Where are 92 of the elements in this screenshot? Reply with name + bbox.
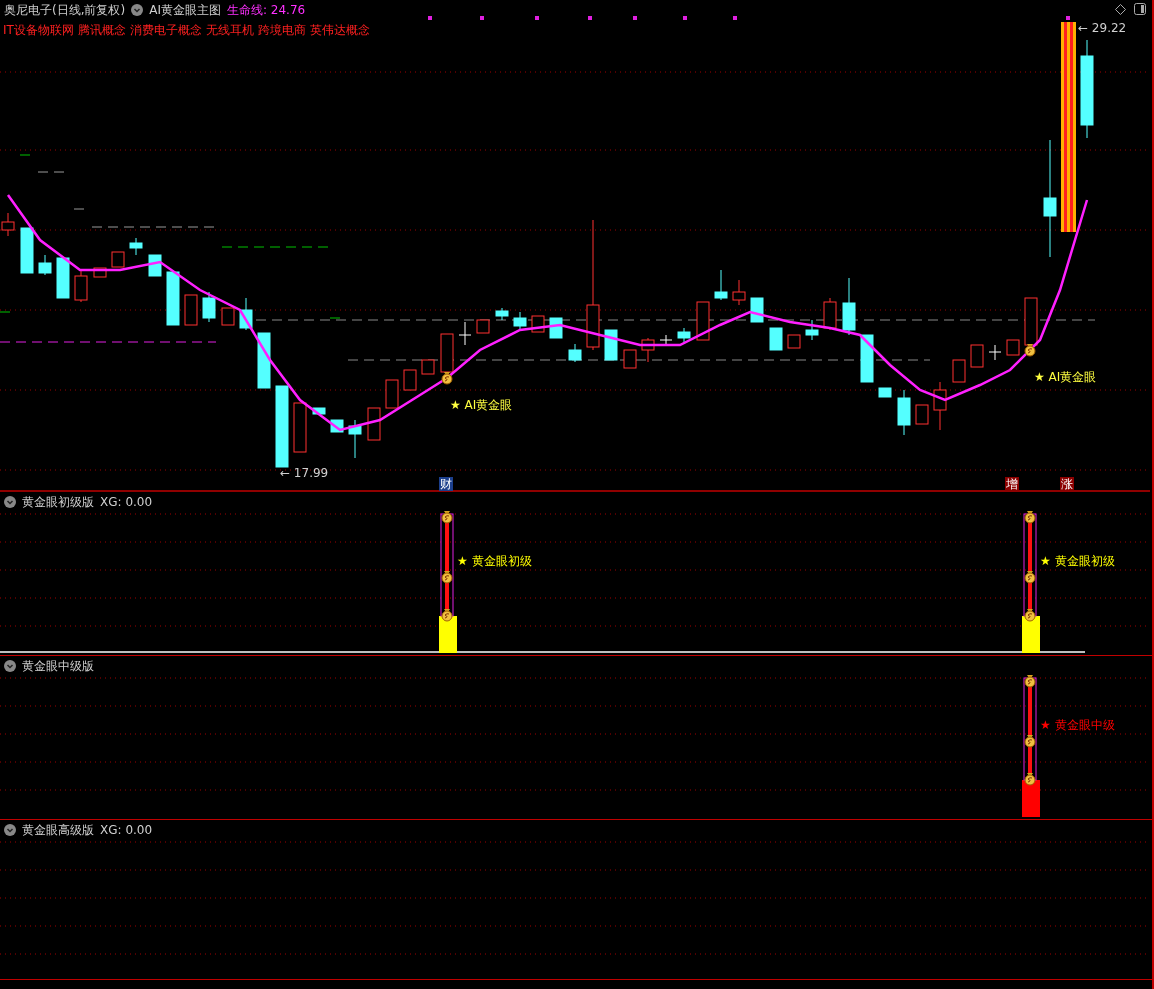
candlestick bbox=[221, 307, 235, 326]
high-price-label: ← 29.22 bbox=[1078, 20, 1127, 37]
candlestick bbox=[1006, 339, 1020, 356]
concept-tag: 英伟达概念 bbox=[309, 21, 370, 39]
candlestick bbox=[166, 271, 180, 326]
panel-reading: XG: 0.00 bbox=[100, 822, 153, 839]
money-bag-icon bbox=[441, 571, 453, 584]
candlestick bbox=[129, 237, 143, 256]
money-bag-icon bbox=[441, 511, 453, 524]
candlestick bbox=[385, 379, 399, 409]
candlestick bbox=[659, 334, 673, 346]
event-marker: 涨 bbox=[1060, 477, 1074, 491]
candlestick bbox=[495, 307, 509, 321]
signal-label: ★ 黄金眼中级 bbox=[1040, 717, 1115, 734]
concept-tag: IT设备物联网 bbox=[3, 21, 74, 39]
diamond-icon[interactable] bbox=[1115, 3, 1126, 15]
panel-title: 黄金眼高级版 bbox=[22, 822, 94, 839]
candlestick bbox=[257, 332, 271, 389]
signal-label: ★ 黄金眼初级 bbox=[1040, 553, 1115, 570]
candlestick bbox=[20, 227, 34, 274]
candlestick bbox=[604, 329, 618, 361]
money-bag-icon bbox=[441, 609, 453, 622]
candlestick bbox=[878, 387, 892, 398]
signal-label: ★ AI黄金眼 bbox=[1034, 369, 1097, 386]
lifeline-value: 生命线: 24.76 bbox=[226, 2, 306, 19]
candlestick bbox=[440, 333, 454, 373]
candlestick bbox=[915, 404, 929, 425]
money-bag-icon bbox=[1024, 773, 1036, 786]
candlestick bbox=[769, 327, 783, 351]
dropdown-icon[interactable] bbox=[4, 496, 16, 508]
candlestick bbox=[202, 291, 216, 323]
candlestick bbox=[952, 359, 966, 383]
candlestick bbox=[787, 334, 801, 349]
candlestick bbox=[184, 294, 198, 326]
candlestick bbox=[714, 269, 728, 301]
dropdown-icon[interactable] bbox=[4, 660, 16, 672]
money-bag-icon bbox=[1024, 511, 1036, 524]
candlestick bbox=[56, 257, 70, 299]
candlestick bbox=[1024, 297, 1038, 346]
candlestick bbox=[513, 311, 527, 331]
candlestick bbox=[860, 334, 874, 383]
concept-tag: 腾讯概念 bbox=[77, 21, 126, 39]
candlestick bbox=[623, 349, 637, 369]
candlestick bbox=[677, 327, 691, 343]
money-bag-icon bbox=[1024, 735, 1036, 748]
candlestick bbox=[805, 319, 819, 341]
indicator-title: AI黄金眼主图 bbox=[149, 2, 221, 19]
dropdown-icon[interactable] bbox=[4, 824, 16, 836]
candlestick bbox=[732, 279, 746, 306]
candlestick bbox=[988, 344, 1002, 361]
concept-tag: 消费电子概念 bbox=[129, 21, 202, 39]
candlestick bbox=[312, 407, 326, 415]
event-marker: 财 bbox=[439, 477, 453, 491]
candlestick bbox=[897, 389, 911, 436]
concept-tag: 无线耳机 bbox=[205, 21, 254, 39]
candlestick bbox=[750, 297, 764, 323]
signal-label: ★ AI黄金眼 bbox=[450, 397, 513, 414]
candlestick bbox=[696, 301, 710, 341]
concept-tag: 跨境电商 bbox=[257, 21, 306, 39]
candlestick bbox=[823, 297, 837, 331]
panel-toggle-icon[interactable] bbox=[1134, 3, 1146, 15]
candlestick bbox=[842, 277, 856, 336]
signal-label: ★ 黄金眼初级 bbox=[457, 553, 532, 570]
panel-title: 黄金眼初级版 bbox=[22, 494, 94, 511]
candlestick bbox=[458, 321, 472, 346]
dropdown-icon[interactable] bbox=[131, 4, 144, 16]
money-bag-icon bbox=[1024, 675, 1036, 688]
candlestick bbox=[111, 251, 125, 268]
stock-title: 奥尼电子(日线,前复权) bbox=[4, 2, 126, 19]
money-bag-icon bbox=[1024, 571, 1036, 584]
candlestick bbox=[476, 319, 490, 334]
candlestick bbox=[403, 369, 417, 391]
event-marker: 增 bbox=[1005, 477, 1019, 491]
candlestick bbox=[367, 407, 381, 441]
low-price-label: ← 17.99 bbox=[280, 465, 329, 482]
candlestick bbox=[93, 267, 107, 278]
candlestick bbox=[239, 297, 253, 331]
money-bag-icon bbox=[441, 372, 453, 385]
candlestick bbox=[348, 419, 362, 459]
candlestick bbox=[293, 402, 307, 453]
panel-reading: XG: 0.00 bbox=[100, 494, 153, 511]
candlestick bbox=[74, 269, 88, 303]
candlestick bbox=[38, 254, 52, 276]
candlestick bbox=[933, 381, 947, 431]
candlestick bbox=[148, 254, 162, 277]
candlestick bbox=[568, 343, 582, 363]
panel-title: 黄金眼中级版 bbox=[22, 658, 94, 675]
candlestick bbox=[641, 337, 655, 363]
candlestick bbox=[970, 344, 984, 368]
money-bag-icon bbox=[1024, 344, 1036, 357]
candlestick bbox=[421, 359, 435, 375]
money-bag-icon bbox=[1024, 609, 1036, 622]
